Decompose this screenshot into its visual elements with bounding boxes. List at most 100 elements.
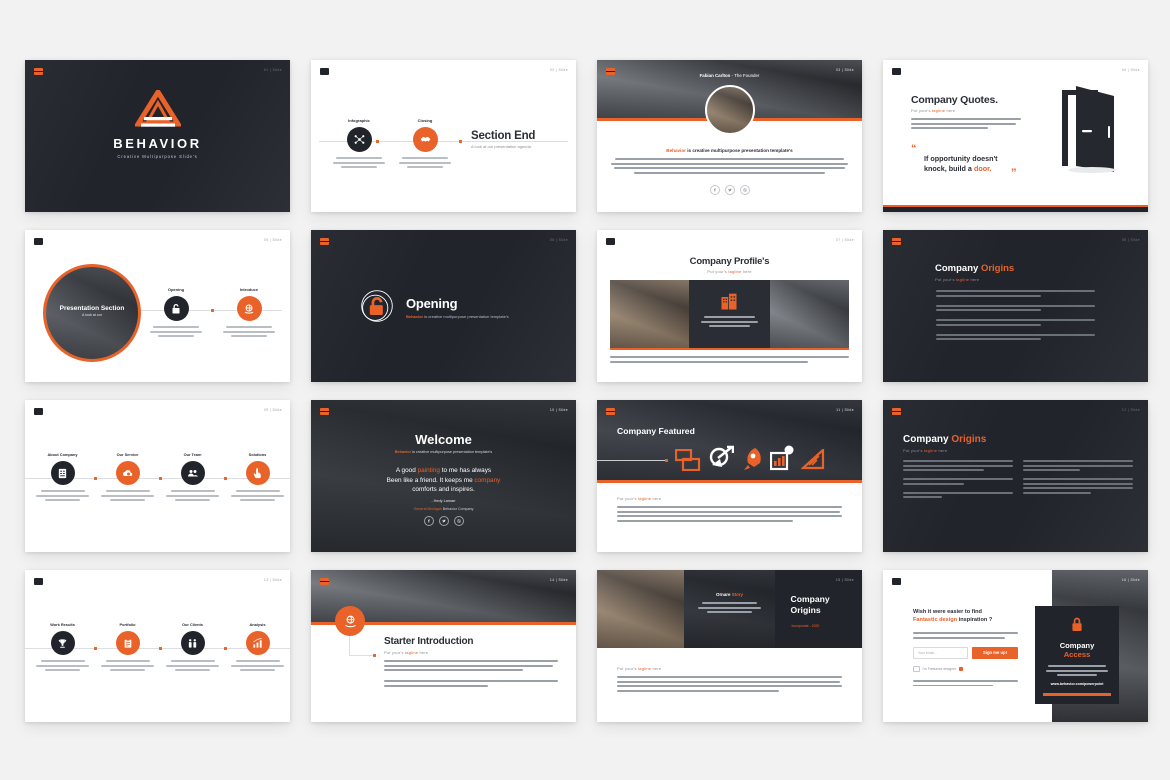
social-links[interactable] bbox=[597, 185, 862, 195]
step-label: Work Results bbox=[50, 622, 75, 627]
step-label: Our Team bbox=[183, 452, 202, 457]
presentation-section-circle[interactable]: Presentation Section A look at our bbox=[43, 264, 141, 362]
founder-portrait-avatar bbox=[704, 85, 755, 135]
slide-company-profiles[interactable]: 07 | Slide Company Profile's Put your's … bbox=[597, 230, 862, 382]
step-our-team[interactable]: Our Team bbox=[165, 452, 220, 502]
quotes-title: Company Quotes. bbox=[911, 94, 998, 106]
brand-name: Behavior bbox=[406, 314, 424, 319]
step-infographic[interactable]: Infographic bbox=[333, 118, 385, 169]
slide-opening[interactable]: 06 | Slide Opening Behavior is creative … bbox=[311, 230, 576, 382]
slide-company-quotes[interactable]: 04 | Slide Company Quotes. Put your's ta… bbox=[883, 60, 1148, 212]
card-title-line2: Access bbox=[1063, 650, 1091, 660]
twitter-icon[interactable] bbox=[438, 516, 449, 526]
step-closing[interactable]: Closing bbox=[399, 118, 451, 169]
social-links[interactable] bbox=[311, 516, 576, 526]
open-door-icon bbox=[1058, 86, 1120, 181]
step-work-results[interactable]: Work Results bbox=[35, 622, 90, 672]
slide-section-end[interactable]: 02 | Slide Infographic Closing Section E… bbox=[311, 60, 576, 212]
step-body bbox=[165, 490, 220, 502]
slide-company-access[interactable]: 16 | Slide Wish it were easier to find F… bbox=[883, 570, 1148, 722]
credit-rest: Behavior Company bbox=[442, 507, 474, 511]
step-analysis[interactable]: Analysis bbox=[230, 622, 285, 672]
tagline: Put your's tagline here bbox=[597, 269, 862, 274]
featured-body bbox=[617, 506, 842, 524]
signup-row[interactable]: Your email... Sign me up! bbox=[913, 646, 1018, 659]
step-opening[interactable]: Opening bbox=[150, 287, 202, 338]
connector-dot bbox=[373, 653, 376, 657]
slide-meta: 05 | Slide bbox=[263, 238, 282, 242]
headline-rest: is creative multipurpose presentation te… bbox=[687, 148, 793, 153]
step-body bbox=[230, 660, 285, 672]
freelance-checkbox[interactable] bbox=[913, 665, 920, 673]
gear-cloud-icon bbox=[115, 461, 140, 485]
accent-divider bbox=[610, 348, 849, 350]
step-our-clients[interactable]: Our Clients bbox=[165, 622, 220, 672]
tagline: Put your's tagline here bbox=[617, 666, 661, 671]
headline-rest: inspiration ? bbox=[958, 617, 993, 624]
origins-title-pre: Company bbox=[935, 263, 979, 274]
step-solutions[interactable]: Solutions bbox=[230, 452, 285, 502]
slide-meta: 06 | Slide bbox=[549, 238, 568, 242]
slide-cover[interactable]: 01 | Slide BEHAVIOR Creative Multipurpos… bbox=[25, 60, 290, 212]
behavior-logo-icon bbox=[34, 68, 43, 75]
origins-column-left bbox=[903, 460, 1013, 501]
connector-line bbox=[349, 636, 350, 656]
featured-icon-row bbox=[675, 445, 825, 471]
cover-title: BEHAVIOR bbox=[113, 136, 202, 151]
freelance-checkbox-row[interactable]: I'm Freelance designer bbox=[913, 665, 1018, 673]
quote-l1-a: A good bbox=[395, 467, 416, 474]
slide-about-timeline[interactable]: 09 | Slide About Company Our Service Our… bbox=[25, 400, 290, 552]
padlock-open-icon bbox=[163, 296, 189, 321]
step-introduce[interactable]: Introduce bbox=[223, 287, 275, 338]
profiles-gallery bbox=[610, 280, 849, 348]
slide-company-featured[interactable]: 11 | Slide Company Featured Put your's t… bbox=[597, 400, 862, 552]
team-meeting-photo bbox=[770, 280, 849, 348]
paragraph bbox=[1023, 460, 1133, 472]
paragraph bbox=[903, 460, 1013, 472]
slide-presentation-section[interactable]: 05 | Slide Presentation Section A look a… bbox=[25, 230, 290, 382]
dribbble-icon[interactable] bbox=[453, 516, 464, 526]
tagline: Put your's tagline here bbox=[384, 650, 428, 655]
email-input[interactable]: Your email... bbox=[913, 646, 968, 659]
twitter-icon[interactable] bbox=[724, 185, 735, 195]
tagline-post: here bbox=[742, 269, 752, 274]
meeting-table-photo: Ornare Story bbox=[684, 570, 775, 648]
tagline-accent: tagline bbox=[637, 666, 652, 671]
slide-company-origins-columns[interactable]: 12 | Slide Company Origins Put your's ta… bbox=[883, 400, 1148, 552]
tagline-accent: tagline bbox=[404, 650, 419, 655]
slide-company-origins-list[interactable]: 08 | Slide Company Origins Put your's ta… bbox=[883, 230, 1148, 382]
accent-divider bbox=[597, 480, 862, 483]
hand-pointer-icon bbox=[245, 461, 270, 485]
quote-mark-open-icon: “ bbox=[911, 143, 917, 155]
slide-welcome[interactable]: 10 | Slide Welcome Behavior is creative … bbox=[311, 400, 576, 552]
tagline-pre: Put your's bbox=[911, 108, 931, 113]
quotes-body bbox=[911, 118, 1021, 132]
slide-meta: 15 | Slide bbox=[835, 578, 854, 582]
company-access-card[interactable]: Company Access www.behavior.com/powerpoi… bbox=[1035, 606, 1119, 705]
access-form: Wish it were easier to find Fantastic de… bbox=[913, 608, 1018, 689]
dribbble-icon[interactable] bbox=[739, 185, 750, 195]
quote-text: If opportunity doesn't knock, build a do… bbox=[924, 154, 998, 175]
behavior-logo-icon bbox=[34, 408, 43, 415]
credit-accent: General Michigan bbox=[413, 507, 442, 511]
origins-title-panel: 15 | Slide Company Origins Incorporate -… bbox=[774, 570, 862, 648]
quote-l2-a: Been like a friend. It keeps me bbox=[386, 476, 473, 484]
facebook-icon[interactable] bbox=[423, 516, 434, 526]
signup-button[interactable]: Sign me up! bbox=[972, 646, 1018, 659]
access-card-link[interactable]: www.behavior.com/powerpoint bbox=[1035, 682, 1119, 686]
step-body bbox=[150, 326, 202, 338]
step-our-service[interactable]: Our Service bbox=[100, 452, 155, 502]
slide-company-origins-gallery[interactable]: Ornare Story 15 | Slide Company Origins … bbox=[597, 570, 862, 722]
behavior-logo-icon bbox=[320, 578, 329, 585]
gallery-title-line2: Origins bbox=[790, 604, 821, 615]
step-about-company[interactable]: About Company bbox=[35, 452, 90, 502]
slide-starter-introduction[interactable]: 14 | Slide Starter Introduction Put your… bbox=[311, 570, 576, 722]
slide-founder-profile[interactable]: 03 | Slide Fabian Carlton - The Founder … bbox=[597, 60, 862, 212]
tagline-accent: tagline bbox=[637, 496, 652, 501]
circle-title: Presentation Section bbox=[59, 305, 125, 312]
step-body bbox=[165, 660, 220, 672]
step-portfolio[interactable]: Portfolio bbox=[100, 622, 155, 672]
slide-work-timeline[interactable]: 13 | Slide Work Results Portfolio Our Cl… bbox=[25, 570, 290, 722]
step-body bbox=[399, 157, 451, 169]
facebook-icon[interactable] bbox=[709, 185, 720, 195]
